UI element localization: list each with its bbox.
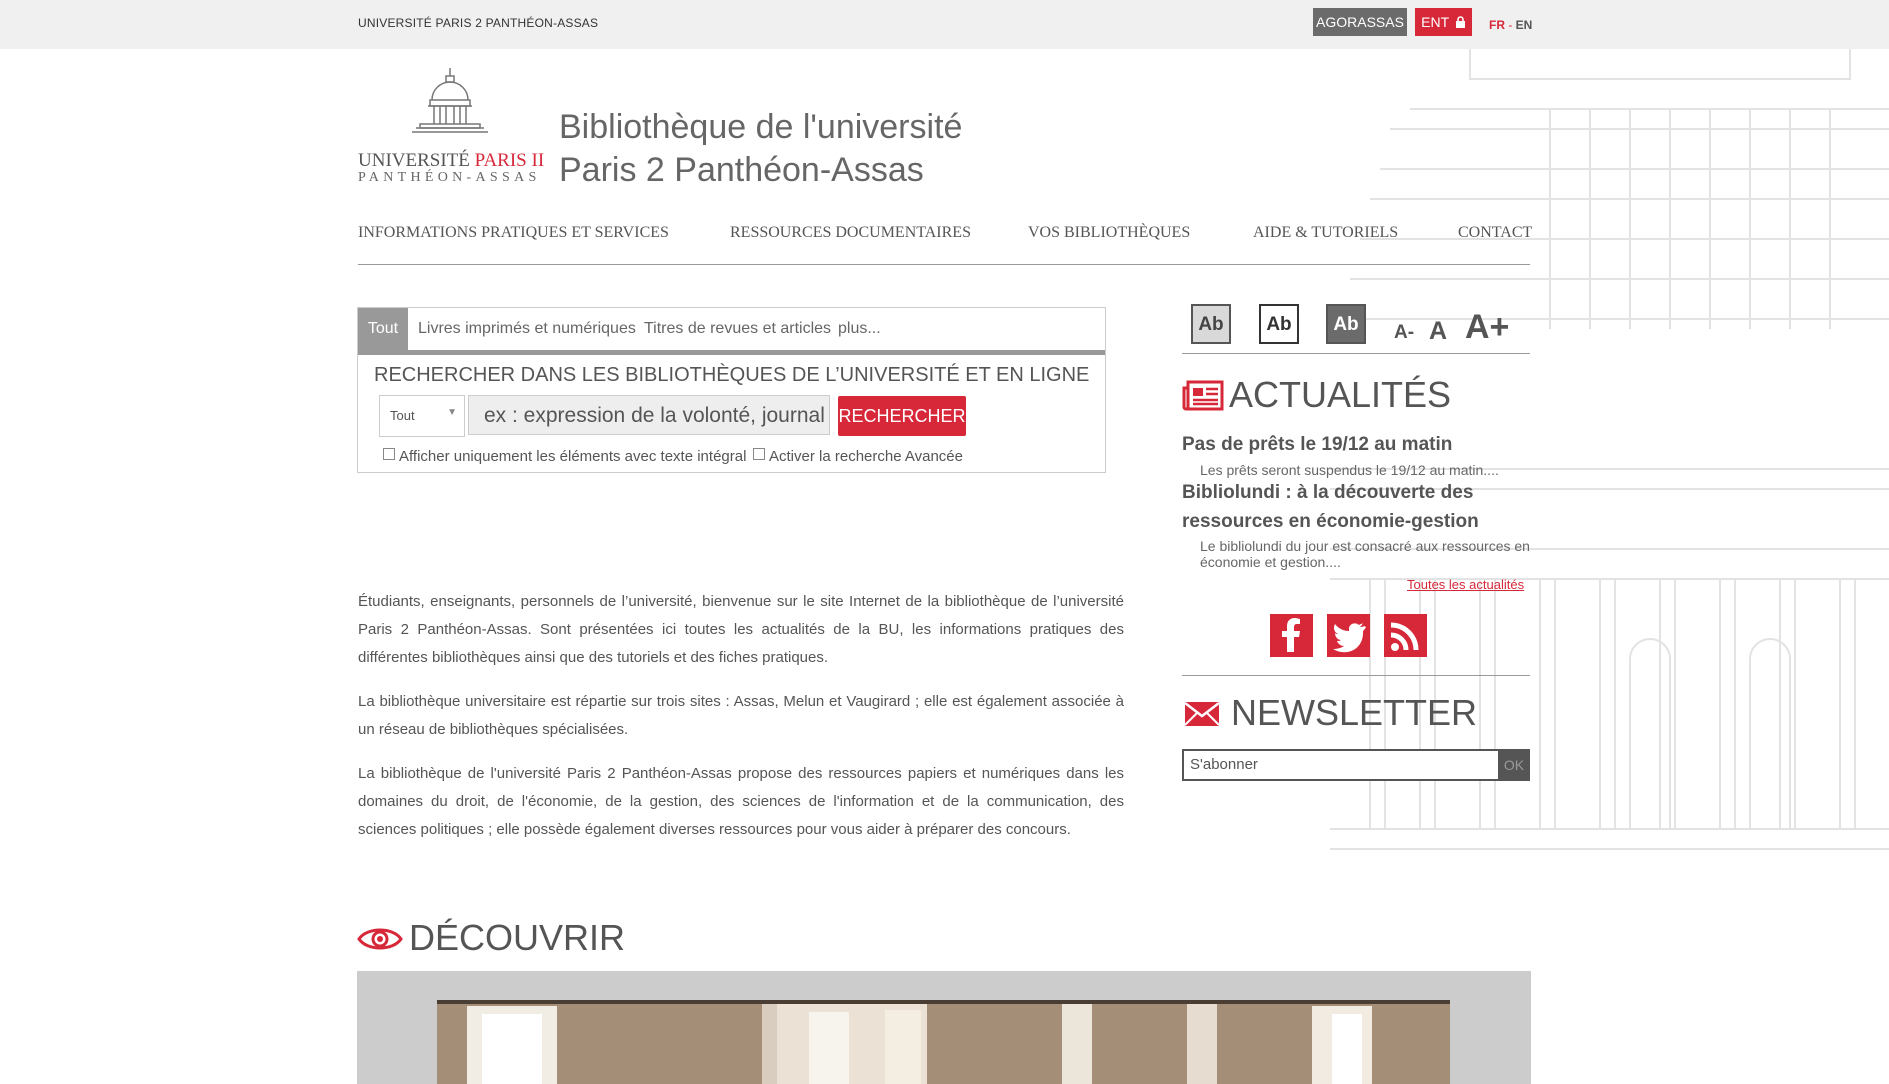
nav-item-vos-bibliotheques[interactable]: VOS BIBLIOTHÈQUES bbox=[1028, 224, 1190, 242]
facebook-icon[interactable] bbox=[1270, 614, 1313, 657]
intro-paragraph-3: La bibliothèque de l'université Paris 2 … bbox=[358, 765, 1124, 838]
lang-fr-link[interactable]: FR bbox=[1489, 18, 1505, 32]
nav-item-aide-tutoriels[interactable]: AIDE & TUTORIELS bbox=[1253, 224, 1398, 242]
site-title: Bibliothèque de l'université Paris 2 Pan… bbox=[559, 106, 962, 192]
lang-en-link[interactable]: EN bbox=[1516, 18, 1533, 32]
contrast-default-button[interactable]: Ab bbox=[1191, 304, 1231, 344]
news-item-title-2[interactable]: Bibliolundi : à la découverte des ressou… bbox=[1182, 478, 1530, 536]
library-photo[interactable] bbox=[437, 1000, 1450, 1084]
search-tab-tout[interactable]: Tout bbox=[358, 308, 408, 350]
newsletter-email-input[interactable]: S'abonner bbox=[1182, 749, 1508, 781]
contrast-high-button[interactable]: Ab bbox=[1259, 304, 1299, 344]
nav-item-informations-pratiques[interactable]: INFORMATIONS PRATIQUES ET SERVICES bbox=[358, 224, 669, 242]
site-title-line2: Paris 2 Panthéon-Assas bbox=[559, 151, 924, 189]
search-scope-value: Tout bbox=[390, 408, 415, 423]
logo-line2: PANTHÉON-ASSAS bbox=[358, 170, 541, 185]
logo-line1: UNIVERSITÉ PARIS II bbox=[358, 150, 544, 172]
advanced-search-checkbox[interactable]: Activer la recherche Avancée bbox=[753, 448, 963, 465]
font-decrease-button[interactable]: A- bbox=[1394, 322, 1414, 344]
twitter-icon[interactable] bbox=[1327, 614, 1370, 657]
search-input[interactable]: ex : expression de la volonté, journal bbox=[468, 395, 830, 435]
top-bar: UNIVERSITÉ PARIS 2 PANTHÉON-ASSAS AGORAS… bbox=[0, 0, 1889, 49]
eye-icon bbox=[357, 928, 403, 950]
nav-item-ressources-documentaires[interactable]: RESSOURCES DOCUMENTAIRES bbox=[730, 224, 971, 242]
logo-paris-ii: PARIS II bbox=[474, 150, 545, 171]
newsletter-ok-button[interactable]: OK bbox=[1498, 749, 1530, 781]
search-tab-revues[interactable]: Titres de revues et articles bbox=[644, 308, 831, 350]
newsletter-section-title: NEWSLETTER bbox=[1231, 692, 1478, 733]
intro-paragraph-1: Étudiants, enseignants, personnels de l’… bbox=[358, 593, 1124, 666]
search-heading: RECHERCHER DANS LES BIBLIOTHÈQUES DE L’U… bbox=[374, 364, 1090, 386]
news-section-title: ACTUALITÉS bbox=[1229, 374, 1452, 415]
newspaper-icon bbox=[1182, 380, 1224, 411]
search-scope-select[interactable]: Tout ▼ bbox=[379, 395, 465, 437]
envelope-icon bbox=[1184, 702, 1220, 726]
font-reset-button[interactable]: A bbox=[1429, 317, 1447, 346]
lock-icon bbox=[1455, 16, 1465, 28]
ent-button[interactable]: ENT bbox=[1415, 8, 1472, 36]
language-switcher: FR - EN bbox=[1489, 18, 1532, 32]
search-tab-livres[interactable]: Livres imprimés et numériques bbox=[418, 308, 636, 350]
font-increase-button[interactable]: A+ bbox=[1465, 308, 1509, 347]
site-title-line1: Bibliothèque de l'université bbox=[559, 108, 963, 146]
fulltext-checkbox[interactable]: Afficher uniquement les éléments avec te… bbox=[383, 448, 746, 465]
discover-section-title: DÉCOUVRIR bbox=[409, 917, 626, 958]
intro-text: Étudiants, enseignants, personnels de l’… bbox=[358, 588, 1124, 860]
rss-icon[interactable] bbox=[1384, 614, 1427, 657]
intro-paragraph-2: La bibliothèque universitaire est répart… bbox=[358, 693, 1124, 738]
search-button[interactable]: RECHERCHER bbox=[838, 396, 966, 436]
contrast-dark-button[interactable]: Ab bbox=[1326, 304, 1366, 344]
fulltext-checkbox-label: Afficher uniquement les éléments avec te… bbox=[399, 448, 747, 465]
divider bbox=[1182, 353, 1530, 354]
news-item-desc-1: Les prêts seront suspendus le 19/12 au m… bbox=[1200, 462, 1499, 478]
ent-label: ENT bbox=[1421, 14, 1449, 30]
main-navigation: INFORMATIONS PRATIQUES ET SERVICES RESSO… bbox=[358, 220, 1532, 265]
checkbox-icon bbox=[383, 448, 395, 460]
search-tabs: Tout Livres imprimés et numériques Titre… bbox=[358, 308, 1105, 355]
chevron-down-icon: ▼ bbox=[447, 407, 457, 418]
pantheon-dome-icon bbox=[412, 68, 488, 133]
lang-separator: - bbox=[1505, 18, 1516, 32]
search-widget: Tout Livres imprimés et numériques Titre… bbox=[357, 307, 1106, 473]
logo-universite: UNIVERSITÉ bbox=[358, 150, 470, 171]
news-item-desc-2: Le bibliolundi du jour est consacré aux … bbox=[1200, 538, 1530, 570]
divider bbox=[1182, 675, 1530, 676]
news-item-title-1[interactable]: Pas de prêts le 19/12 au matin bbox=[1182, 430, 1530, 459]
nav-item-contact[interactable]: CONTACT bbox=[1458, 224, 1532, 242]
search-tab-plus[interactable]: plus... bbox=[838, 308, 881, 350]
advanced-search-checkbox-label: Activer la recherche Avancée bbox=[769, 448, 963, 465]
agorassas-button[interactable]: AGORASSAS bbox=[1313, 8, 1407, 36]
all-news-link[interactable]: Toutes les actualités bbox=[1407, 577, 1524, 592]
checkbox-icon bbox=[753, 448, 765, 460]
university-logo[interactable]: UNIVERSITÉ PARIS II PANTHÉON-ASSAS bbox=[358, 66, 544, 186]
university-name-link[interactable]: UNIVERSITÉ PARIS 2 PANTHÉON-ASSAS bbox=[358, 16, 598, 30]
